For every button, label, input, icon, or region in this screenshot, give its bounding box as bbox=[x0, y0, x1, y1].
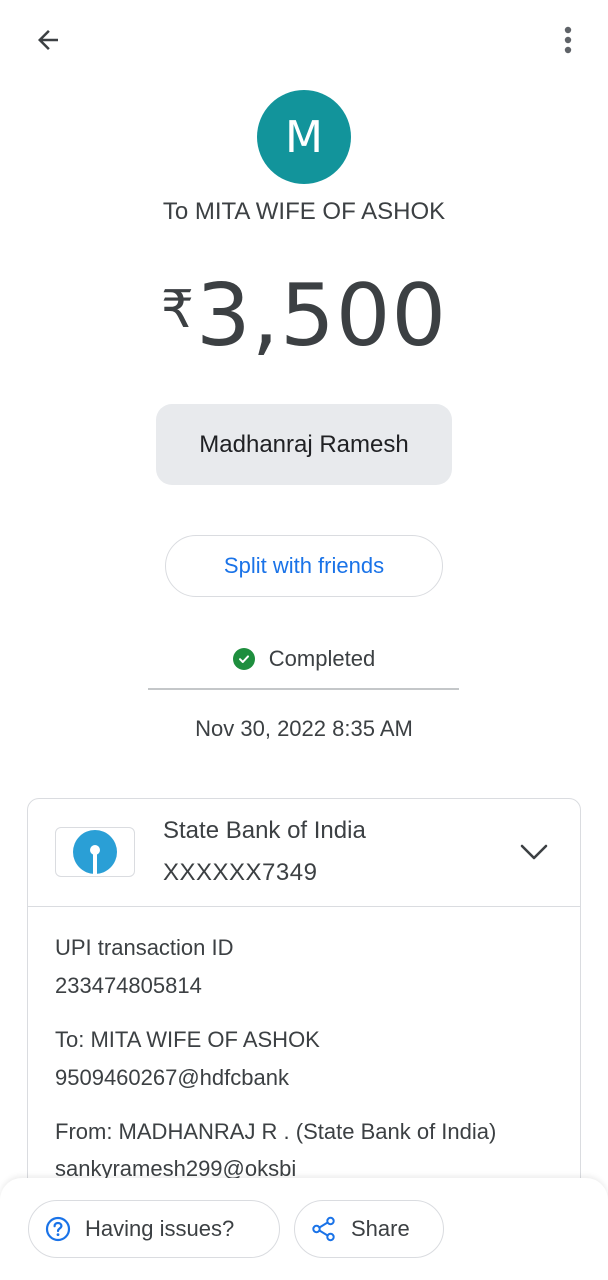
more-vert-icon bbox=[564, 26, 572, 54]
transaction-datetime: Nov 30, 2022 8:35 AM bbox=[195, 716, 413, 741]
more-options-button[interactable] bbox=[546, 18, 590, 62]
currency-symbol: ₹ bbox=[160, 280, 194, 340]
expand-button[interactable] bbox=[516, 837, 552, 867]
to-upi-id: 9509460267@hdfcbank bbox=[55, 1065, 289, 1090]
payer-name: Madhanraj Ramesh bbox=[199, 430, 409, 458]
bank-logo bbox=[55, 827, 135, 877]
upi-transaction-id-label: UPI transaction ID bbox=[55, 935, 234, 960]
recipient-avatar: M bbox=[257, 90, 351, 184]
to-label: To: MITA WIFE OF ASHOK bbox=[55, 1027, 320, 1052]
avatar-letter: M bbox=[285, 111, 323, 163]
top-app-bar bbox=[0, 0, 608, 80]
share-label: Share bbox=[351, 1216, 410, 1241]
bank-name: State Bank of India bbox=[163, 817, 366, 844]
transaction-status: Completed bbox=[0, 646, 608, 672]
help-circle-icon bbox=[45, 1216, 71, 1242]
recipient-title: To MITA WIFE OF ASHOK bbox=[162, 198, 446, 225]
share-button[interactable]: Share bbox=[294, 1200, 444, 1258]
split-button-label: Split with friends bbox=[223, 553, 385, 578]
having-issues-button[interactable]: Having issues? bbox=[28, 1200, 280, 1258]
bank-account-header[interactable]: State Bank of India XXXXXX7349 bbox=[28, 799, 580, 907]
split-with-friends-button[interactable]: Split with friends bbox=[165, 535, 443, 597]
share-icon bbox=[311, 1216, 337, 1242]
having-issues-label: Having issues? bbox=[85, 1216, 235, 1241]
check-circle-icon bbox=[232, 648, 255, 670]
status-text: Completed bbox=[268, 646, 376, 671]
status-divider bbox=[148, 688, 459, 690]
payer-name-chip: Madhanraj Ramesh bbox=[156, 404, 452, 485]
sbi-logo-icon bbox=[73, 830, 117, 874]
from-label: From: MADHANRAJ R . (State Bank of India… bbox=[55, 1119, 497, 1144]
back-button[interactable] bbox=[26, 20, 70, 60]
amount-value: 3,500 bbox=[195, 266, 448, 366]
arrow-left-icon bbox=[38, 30, 58, 50]
bank-account-number: XXXXXX7349 bbox=[163, 859, 318, 886]
payment-amount: ₹3,500 bbox=[0, 266, 608, 366]
upi-transaction-id-value: 233474805814 bbox=[55, 973, 202, 998]
chevron-down-icon bbox=[520, 844, 548, 860]
bottom-action-bar: Having issues? Share bbox=[0, 1178, 608, 1280]
